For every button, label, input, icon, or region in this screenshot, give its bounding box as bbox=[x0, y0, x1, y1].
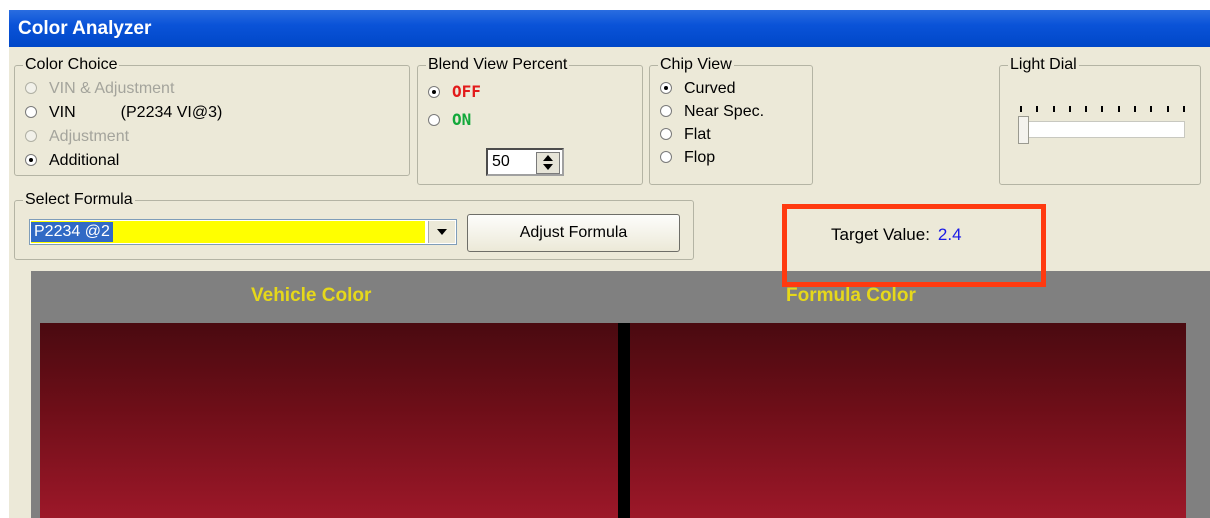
chevron-down-icon[interactable] bbox=[428, 221, 455, 243]
radio-icon[interactable] bbox=[660, 104, 672, 117]
adjust-formula-button[interactable]: Adjust Formula bbox=[467, 214, 680, 252]
formula-combobox[interactable]: P2234 @2 bbox=[29, 219, 457, 245]
blend-percent-spinner[interactable]: 50 bbox=[486, 148, 564, 176]
color-analyzer-window: Color Analyzer Color Choice VIN & Adjust… bbox=[9, 10, 1210, 518]
vin-code: (P2234 VI@3) bbox=[120, 104, 223, 121]
spinner-up-icon[interactable] bbox=[543, 155, 553, 161]
formula-color-label: Formula Color bbox=[786, 285, 916, 306]
radio-additional[interactable]: Additional bbox=[25, 149, 119, 172]
spinner-down-icon[interactable] bbox=[543, 164, 553, 170]
radio-adjustment: Adjustment bbox=[25, 125, 129, 148]
select-formula-title: Select Formula bbox=[23, 190, 135, 210]
radio-curved[interactable]: Curved bbox=[660, 77, 736, 100]
radio-icon bbox=[25, 129, 37, 142]
vehicle-color-label: Vehicle Color bbox=[251, 285, 372, 306]
light-dial-track[interactable] bbox=[1020, 121, 1185, 138]
light-dial-group: Light Dial bbox=[999, 55, 1201, 185]
window-title: Color Analyzer bbox=[9, 10, 1210, 47]
chip-view-group: Chip View Curved Near Spec. Flat Flop bbox=[649, 55, 813, 185]
radio-flat[interactable]: Flat bbox=[660, 123, 711, 146]
target-value-highlight bbox=[782, 204, 1046, 287]
spinner-buttons[interactable] bbox=[536, 152, 560, 174]
blend-view-title: Blend View Percent bbox=[426, 55, 570, 75]
slider-ticks bbox=[1020, 106, 1185, 114]
light-dial-title: Light Dial bbox=[1008, 55, 1079, 75]
chip-view-title: Chip View bbox=[658, 55, 734, 75]
radio-flop[interactable]: Flop bbox=[660, 146, 715, 169]
color-choice-group: Color Choice VIN & Adjustment VIN (P2234 … bbox=[14, 55, 410, 176]
radio-vin[interactable]: VIN (P2234 VI@3) bbox=[25, 101, 222, 124]
radio-icon[interactable] bbox=[25, 153, 37, 166]
formula-combo-field[interactable]: P2234 @2 bbox=[31, 221, 425, 243]
radio-blend-off[interactable]: OFF bbox=[428, 80, 481, 103]
blend-view-group: Blend View Percent OFF ON 50 bbox=[417, 55, 643, 185]
radio-near-spec[interactable]: Near Spec. bbox=[660, 100, 764, 123]
vehicle-color-swatch bbox=[40, 323, 618, 518]
radio-icon[interactable] bbox=[428, 85, 440, 98]
radio-icon[interactable] bbox=[660, 81, 672, 94]
formula-selected-value: P2234 @2 bbox=[31, 222, 113, 242]
radio-icon[interactable] bbox=[660, 127, 672, 140]
radio-blend-on[interactable]: ON bbox=[428, 108, 471, 131]
color-choice-title: Color Choice bbox=[23, 55, 120, 75]
formula-color-swatch bbox=[630, 323, 1186, 518]
light-dial-thumb[interactable] bbox=[1018, 116, 1029, 144]
radio-icon[interactable] bbox=[660, 150, 672, 163]
radio-vin-adjustment: VIN & Adjustment bbox=[25, 77, 174, 100]
swatch-divider bbox=[618, 323, 630, 518]
blend-percent-value: 50 bbox=[492, 153, 510, 170]
radio-icon[interactable] bbox=[25, 105, 37, 118]
radio-icon bbox=[25, 81, 37, 94]
radio-icon[interactable] bbox=[428, 113, 440, 126]
color-preview-panel: Vehicle Color Formula Color bbox=[31, 271, 1210, 518]
